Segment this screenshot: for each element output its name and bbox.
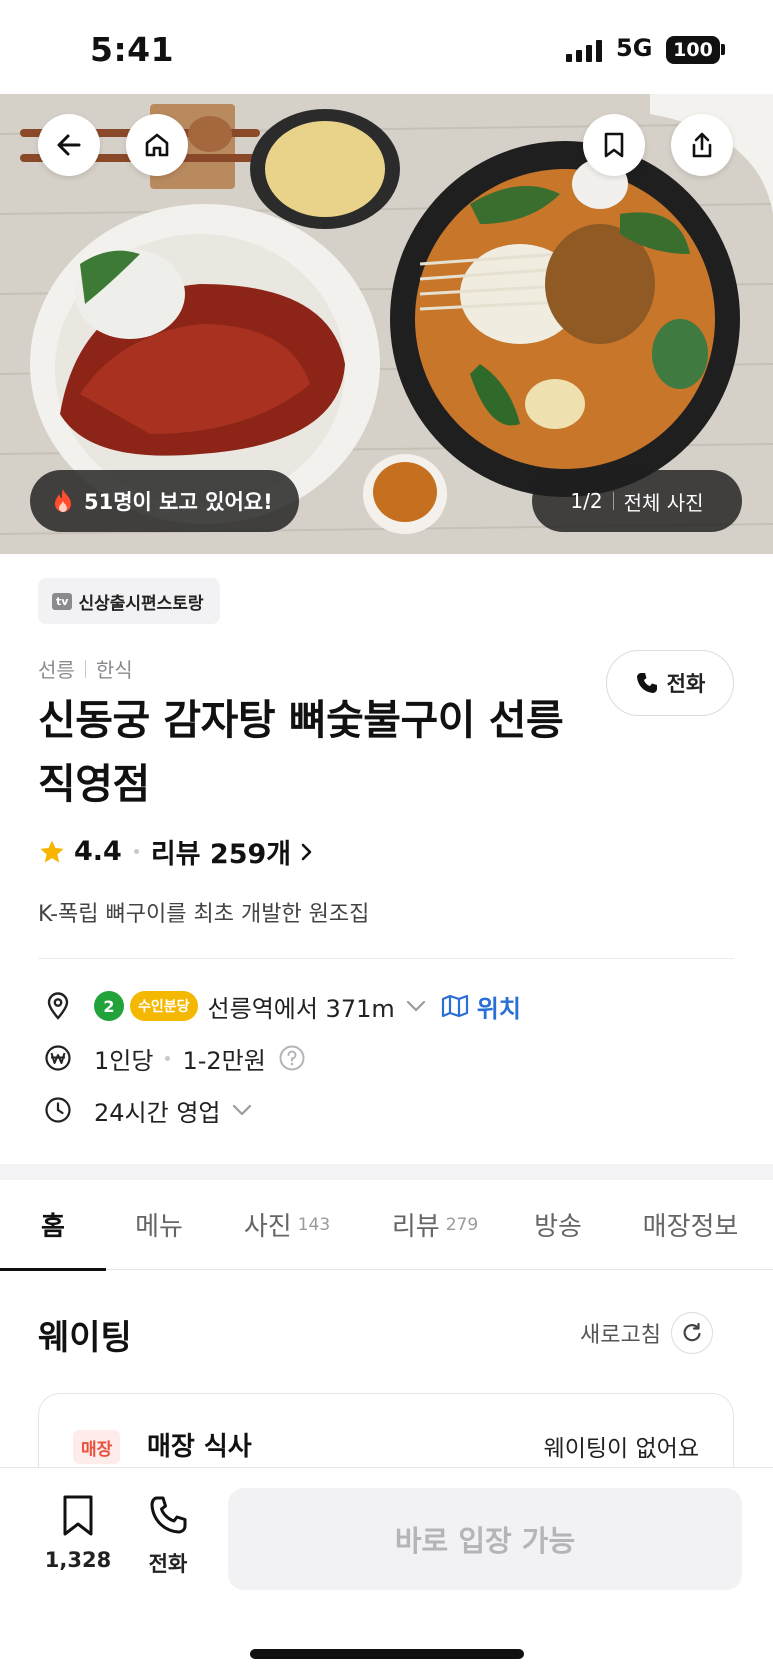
subway-suin-bundang-badge: 수인분당 xyxy=(130,991,198,1021)
tab-broadcast[interactable]: 방송 xyxy=(508,1180,608,1270)
bookmark-button[interactable] xyxy=(583,114,645,176)
cuisine-label: 한식 xyxy=(95,658,133,682)
distance-text: 선릉역에서 371m xyxy=(207,994,395,1023)
chevron-down-icon[interactable] xyxy=(405,999,427,1013)
chevron-down-icon xyxy=(232,1104,251,1116)
help-icon[interactable] xyxy=(278,1044,306,1072)
status-bar: 5:41 5G 100 xyxy=(0,0,773,94)
subway-line-2-badge: 2 xyxy=(94,991,124,1021)
section-gap xyxy=(0,1164,773,1180)
dine-in-label: 매장 식사 xyxy=(147,1432,252,1462)
tab-label: 메뉴 xyxy=(135,1212,183,1242)
tab-reviews[interactable]: 리뷰 279 xyxy=(362,1180,508,1270)
bottom-bookmark-button[interactable]: 1,328 xyxy=(38,1494,118,1572)
refresh-button[interactable]: 새로고침 xyxy=(580,1312,713,1354)
map-icon xyxy=(441,994,468,1018)
hours-row[interactable]: 24시간 영업 xyxy=(38,1090,253,1130)
rating-separator xyxy=(133,849,139,854)
battery-icon: 100 xyxy=(666,36,720,64)
bottom-action-bar: 1,328 전화 바로 입장 가능 xyxy=(0,1467,773,1677)
back-button[interactable] xyxy=(38,114,100,176)
price-prefix: 1인당 xyxy=(94,1046,154,1075)
section-divider xyxy=(38,958,734,959)
star-icon xyxy=(40,839,64,862)
viewers-badge: 51명이 보고 있어요! xyxy=(30,470,299,532)
restaurant-name: 신동궁 감자탕 뼈숯불구이 선릉직영점 xyxy=(38,696,564,808)
tab-home[interactable]: 홈 xyxy=(0,1180,106,1271)
photo-pill-divider xyxy=(612,492,614,510)
tab-label: 방송 xyxy=(534,1212,582,1242)
restaurant-description: K-폭립 뼈구이를 최초 개발한 원조집 xyxy=(38,902,370,927)
tab-count: 279 xyxy=(445,1214,479,1235)
tab-label: 홈 xyxy=(41,1212,65,1242)
tab-label: 사진 xyxy=(243,1212,292,1242)
share-button[interactable] xyxy=(671,114,733,176)
map-link-label: 위치 xyxy=(476,994,521,1023)
bottom-call-label: 전화 xyxy=(148,1552,188,1576)
tab-photos[interactable]: 사진 143 xyxy=(212,1180,362,1270)
viewers-text: 51명이 보고 있어요! xyxy=(84,490,273,514)
price-row: 1인당 1-2만원 xyxy=(38,1038,306,1078)
location-pin-icon xyxy=(38,986,78,1026)
network-label: 5G xyxy=(616,34,653,62)
tab-bar: 홈 메뉴 사진 143 리뷰 279 방송 매장정보 xyxy=(0,1180,773,1271)
home-icon xyxy=(145,133,169,157)
rating-row[interactable]: 4.4 리뷰 259개 xyxy=(38,832,313,871)
won-icon xyxy=(38,1038,78,1078)
battery-tip xyxy=(721,44,725,55)
instant-entry-button[interactable]: 바로 입장 가능 xyxy=(228,1488,742,1590)
tab-menu[interactable]: 메뉴 xyxy=(106,1180,212,1270)
dine-in-tag: 매장 xyxy=(73,1430,121,1464)
tab-label: 리뷰 xyxy=(391,1212,440,1242)
home-indicator xyxy=(250,1649,524,1659)
tab-count: 143 xyxy=(297,1214,331,1235)
tv-icon: tv xyxy=(52,592,73,610)
waiting-title: 웨이팅 xyxy=(38,1318,132,1358)
area-label: 선릉 xyxy=(38,658,75,682)
price-range: 1-2만원 xyxy=(182,1046,266,1075)
tab-label: 매장정보 xyxy=(642,1212,739,1242)
home-button[interactable] xyxy=(126,114,188,176)
bookmark-count: 1,328 xyxy=(44,1548,112,1572)
refresh-icon xyxy=(670,1312,713,1354)
chevron-right-icon xyxy=(301,843,312,860)
arrow-left-icon xyxy=(57,134,81,156)
phone-icon xyxy=(636,673,657,693)
category-divider xyxy=(84,659,86,678)
signal-icon xyxy=(566,40,602,62)
map-link[interactable]: 위치 xyxy=(441,989,521,1024)
bookmark-icon xyxy=(604,132,624,158)
hours-text: 24시간 영업 xyxy=(94,1098,221,1127)
call-label: 전화 xyxy=(666,672,706,696)
refresh-label: 새로고침 xyxy=(580,1323,661,1348)
rating-value: 4.4 xyxy=(74,836,122,867)
all-photos-button[interactable]: 1/2 전체 사진 xyxy=(532,470,742,532)
tv-program-badge[interactable]: tv 신상출시편스토랑 xyxy=(38,578,220,624)
price-separator xyxy=(165,1055,171,1061)
clock-icon xyxy=(38,1090,78,1130)
bookmark-icon xyxy=(63,1495,93,1536)
location-row: 2 수인분당 선릉역에서 371m 위치 xyxy=(38,986,521,1026)
phone-icon xyxy=(150,1496,187,1534)
tab-store-info[interactable]: 매장정보 xyxy=(608,1180,773,1270)
status-time: 5:41 xyxy=(90,30,175,69)
fire-icon xyxy=(55,489,71,512)
call-button[interactable]: 전화 xyxy=(606,650,734,716)
photo-index: 1/2 xyxy=(570,489,603,513)
reviews-link[interactable]: 리뷰 259개 xyxy=(151,832,291,871)
share-icon xyxy=(692,132,712,158)
waiting-status: 웨이팅이 없어요 xyxy=(543,1436,699,1462)
tv-program-label: 신상출시편스토랑 xyxy=(78,593,204,614)
all-photos-label: 전체 사진 xyxy=(623,490,704,515)
category-breadcrumb: 선릉 한식 xyxy=(38,654,133,683)
bottom-call-button[interactable]: 전화 xyxy=(128,1494,208,1578)
